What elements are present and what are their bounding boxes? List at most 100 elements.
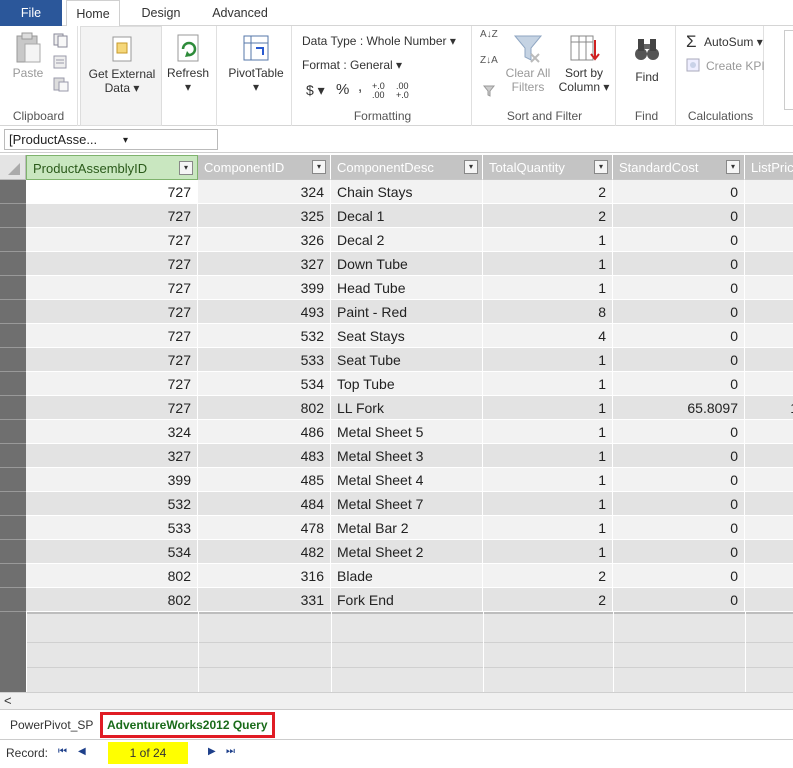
row-selector[interactable] [0,180,26,204]
sort-ascending-button[interactable]: A↓Z [480,30,498,40]
table-row[interactable]: 399 485 Metal Sheet 410 [0,468,793,492]
table-cell[interactable] [745,324,793,348]
table-cell[interactable]: 0 [613,324,745,348]
table-cell[interactable]: 727 [26,276,198,300]
table-cell[interactable] [745,276,793,300]
table-row[interactable]: 727 532 Seat Stays 4 0 [0,324,793,348]
row-selector[interactable] [0,492,26,516]
table-cell[interactable]: 399 [26,468,198,492]
table-cell[interactable]: Metal Sheet 5 [331,420,483,444]
table-cell[interactable]: 1 [483,516,613,540]
table-row[interactable]: 727 534 Top Tube 1 0 [0,372,793,396]
table-cell[interactable]: 1 [483,540,613,564]
data-type-dropdown[interactable]: Data Type : Whole Number ▾ [302,34,456,48]
tab-advanced[interactable]: Advanced [200,0,280,26]
table-cell[interactable] [745,540,793,564]
table-cell[interactable]: 802 [26,588,198,612]
table-cell[interactable] [745,300,793,324]
table-row[interactable]: 727802LL Fork165.80971 [0,396,793,420]
row-selector[interactable] [0,564,26,588]
table-cell[interactable]: 0 [613,540,745,564]
table-row[interactable]: 727 325 Decal 120 [0,204,793,228]
table-cell[interactable]: 2 [483,180,613,204]
autosum-button[interactable]: AutoSum ▾ [704,35,763,49]
table-cell[interactable]: 0 [613,348,745,372]
table-cell[interactable]: 727 [26,396,198,420]
table-cell[interactable]: 727 [26,252,198,276]
table-cell[interactable]: 727 [26,204,198,228]
table-cell[interactable]: 324 [26,420,198,444]
row-selector[interactable] [0,396,26,420]
table-cell[interactable]: 532 [26,492,198,516]
table-cell[interactable]: 1 [483,372,613,396]
percent-button[interactable]: % [336,81,349,98]
paste-special-icon[interactable] [52,76,70,92]
copy-alt-icon[interactable] [52,54,70,70]
table-cell[interactable]: 485 [198,468,331,492]
row-selector[interactable] [0,516,26,540]
comma-button[interactable]: , [358,78,362,95]
row-selector[interactable] [0,300,26,324]
table-cell[interactable]: Seat Stays [331,324,483,348]
table-cell[interactable]: 0 [613,252,745,276]
row-selector[interactable] [0,348,26,372]
select-all-corner[interactable] [0,155,26,180]
table-cell[interactable]: Chain Stays [331,180,483,204]
name-box-dropdown-icon[interactable]: ▾ [123,131,129,150]
table-cell[interactable]: 478 [198,516,331,540]
horizontal-scrollbar[interactable]: < [0,692,793,709]
column-header[interactable]: ComponentID ▾ [198,155,331,180]
table-cell[interactable]: 1 [483,468,613,492]
table-row[interactable]: 727 533 Seat Tube 1 0 [0,348,793,372]
table-cell[interactable] [745,492,793,516]
table-cell[interactable] [745,348,793,372]
table-cell[interactable]: Fork End [331,588,483,612]
sheet-tab-adventureworks-query[interactable]: AdventureWorks2012 Query [100,712,275,738]
table-row[interactable]: 727 493 Paint - Red 8 0 [0,300,793,324]
table-cell[interactable]: 0 [613,468,745,492]
table-cell[interactable]: 534 [198,372,331,396]
currency-button[interactable]: $ ▾ [306,82,325,99]
table-cell[interactable]: 65.8097 [613,396,745,420]
table-row[interactable]: 532 484 Metal Sheet 710 [0,492,793,516]
table-cell[interactable] [745,564,793,588]
table-cell[interactable]: 325 [198,204,331,228]
row-selector[interactable] [0,324,26,348]
next-record-icon[interactable]: ▶ [208,746,216,757]
scroll-left-icon[interactable]: < [4,693,12,708]
find-button[interactable]: Find [624,34,670,84]
table-cell[interactable]: 0 [613,564,745,588]
table-cell[interactable]: Metal Sheet 3 [331,444,483,468]
table-cell[interactable]: 0 [613,444,745,468]
previous-record-icon[interactable]: ◀ [78,746,86,757]
table-cell[interactable]: 1 [745,396,793,420]
tab-file[interactable]: File [0,0,62,26]
column-header[interactable]: TotalQuantity ▾ [483,155,613,180]
table-cell[interactable]: Top Tube [331,372,483,396]
table-cell[interactable]: 2 [483,204,613,228]
table-cell[interactable]: 802 [198,396,331,420]
table-cell[interactable] [745,444,793,468]
format-dropdown[interactable]: Format : General ▾ [302,58,402,72]
name-box[interactable]: [ProductAsse... ▾ [4,129,218,150]
decrease-decimal-button[interactable]: .00 +.0 [396,82,416,100]
row-selector[interactable] [0,252,26,276]
table-cell[interactable]: 802 [26,564,198,588]
table-cell[interactable]: 8 [483,300,613,324]
sort-descending-button[interactable]: Z↓A [480,56,498,66]
table-cell[interactable]: 1 [483,444,613,468]
column-header[interactable]: ProductAssemblyID ▾ [26,155,198,180]
table-cell[interactable]: 1 [483,228,613,252]
get-external-data-button[interactable]: Get External Data ▾ [85,33,159,95]
table-cell[interactable]: 327 [26,444,198,468]
table-cell[interactable]: 331 [198,588,331,612]
row-selector[interactable] [0,588,26,612]
table-cell[interactable]: Decal 2 [331,228,483,252]
increase-decimal-button[interactable]: +.0 .00 [372,82,392,100]
row-selector[interactable] [0,540,26,564]
table-cell[interactable] [745,228,793,252]
table-cell[interactable]: Paint - Red [331,300,483,324]
filter-dropdown-icon[interactable]: ▾ [312,160,326,174]
row-selector[interactable] [0,228,26,252]
row-selector[interactable] [0,204,26,228]
